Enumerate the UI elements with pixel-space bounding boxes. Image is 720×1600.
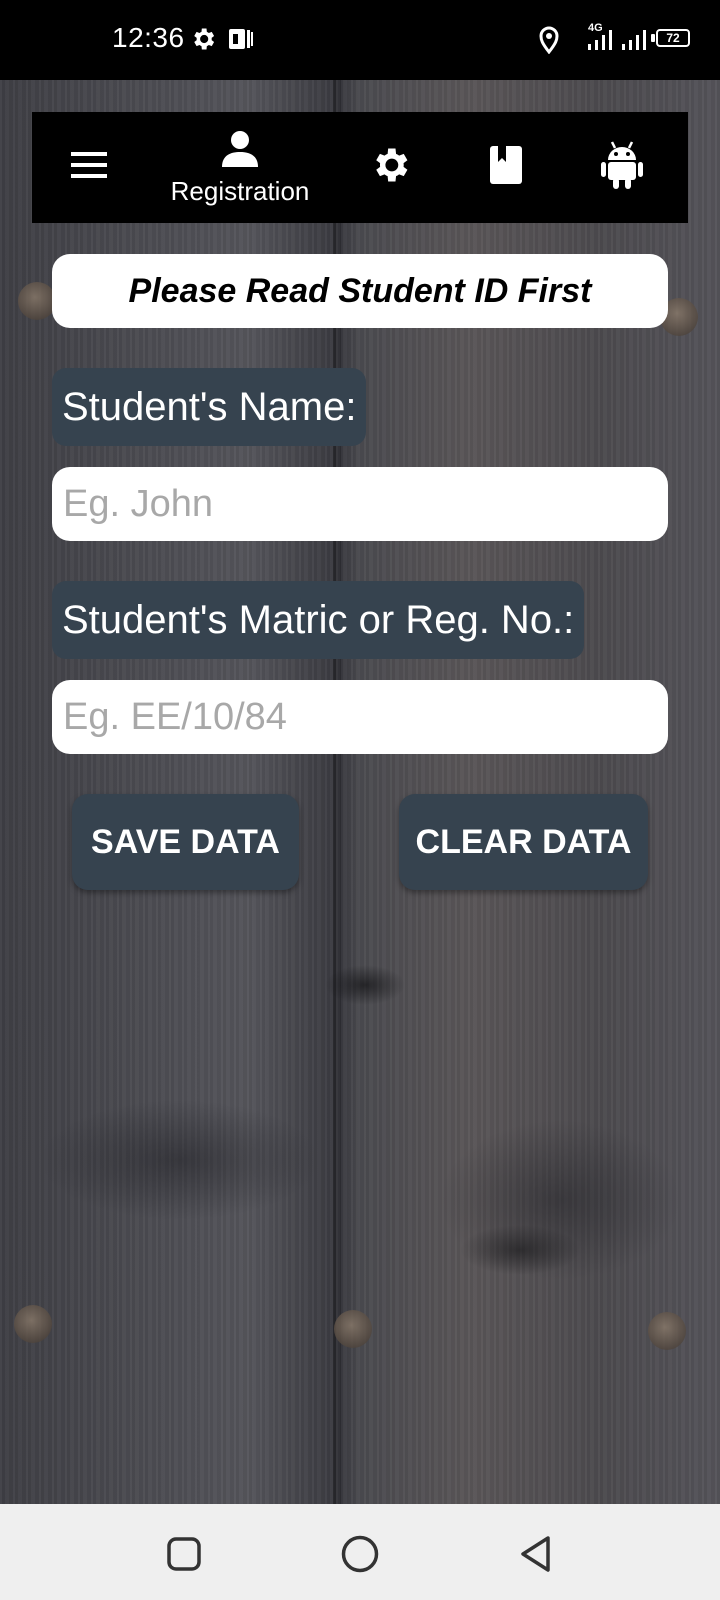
- system-nav-bar: [0, 1504, 720, 1600]
- instruction-banner: Please Read Student ID First: [52, 254, 668, 328]
- android-icon: [600, 140, 644, 195]
- settings-button[interactable]: [354, 112, 426, 223]
- top-toolbar: Registration: [32, 112, 688, 223]
- person-icon: [221, 129, 259, 174]
- nail-decoration: [334, 1310, 372, 1348]
- nail-decoration: [18, 282, 56, 320]
- menu-button[interactable]: [54, 112, 124, 223]
- status-time: 12:36: [112, 22, 185, 53]
- back-triangle-icon[interactable]: [518, 1534, 554, 1579]
- status-bar: 12:36 4G 72: [0, 0, 720, 80]
- tab-registration[interactable]: Registration: [150, 112, 330, 223]
- student-name-label: Student's Name:: [52, 368, 367, 446]
- matric-number-input[interactable]: [52, 680, 668, 754]
- clear-data-button[interactable]: CLEAR DATA: [399, 794, 648, 890]
- android-button[interactable]: [584, 112, 660, 223]
- student-name-input[interactable]: [52, 467, 668, 541]
- book-button[interactable]: [470, 112, 542, 223]
- home-circle-icon[interactable]: [340, 1534, 380, 1579]
- signal-icon-2: [620, 30, 650, 57]
- save-data-button[interactable]: SAVE DATA: [72, 794, 299, 890]
- book-icon: [488, 144, 524, 191]
- recents-square-icon[interactable]: [166, 1536, 202, 1577]
- nail-decoration: [648, 1312, 686, 1350]
- battery-nub: [651, 34, 655, 42]
- app-badge-icon: [228, 26, 254, 57]
- tab-registration-label: Registration: [170, 175, 310, 206]
- location-icon: [538, 26, 560, 59]
- matric-number-label: Student's Matric or Reg. No.:: [52, 581, 585, 659]
- battery-icon: 72: [656, 29, 690, 47]
- gear-icon: [368, 143, 412, 192]
- signal-icon: [586, 30, 616, 57]
- nail-decoration: [14, 1305, 52, 1343]
- menu-icon: [69, 150, 109, 185]
- settings-gear-status-icon: [189, 25, 217, 58]
